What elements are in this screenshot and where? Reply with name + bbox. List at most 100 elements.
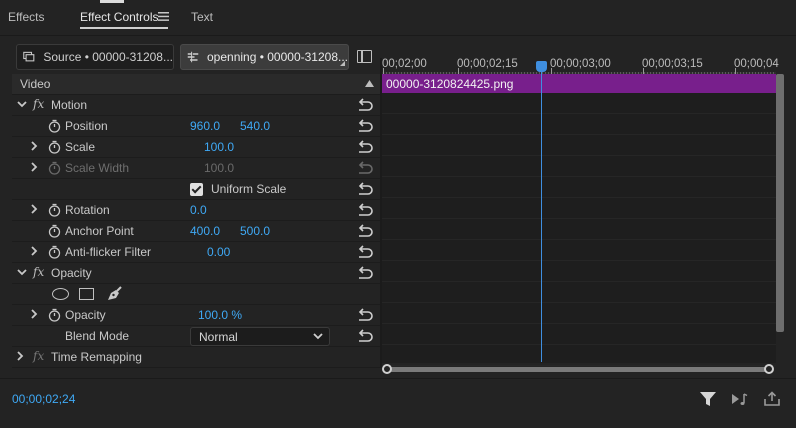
zoom-handle-right[interactable]	[764, 364, 774, 374]
sequence-icon	[187, 51, 199, 63]
scale-value[interactable]: 100.0	[204, 140, 234, 154]
keyframe-track	[382, 198, 776, 219]
stopwatch-icon[interactable]	[48, 140, 61, 154]
mask-tools-row	[12, 284, 380, 305]
scale-row: Scale 100.0	[12, 137, 380, 158]
fx-icon[interactable]: fx	[33, 265, 44, 279]
rotation-label: Rotation	[65, 203, 110, 217]
reset-icon[interactable]	[356, 203, 374, 217]
source-clip-icon	[23, 51, 35, 62]
opacity-value[interactable]: 100.0 %	[198, 308, 242, 322]
blend-mode-value: Normal	[199, 330, 238, 344]
stopwatch-icon[interactable]	[48, 245, 61, 259]
collapse-up-icon[interactable]	[365, 80, 374, 87]
playhead-handle[interactable]	[536, 61, 547, 72]
hamburger-icon[interactable]	[158, 12, 169, 21]
scale-label: Scale	[65, 140, 96, 154]
chevron-down-icon[interactable]	[17, 99, 27, 109]
keyframe-track	[382, 156, 776, 177]
position-label: Position	[65, 119, 108, 133]
blend-mode-label: Blend Mode	[65, 329, 130, 343]
horizontal-zoom-scrollbar[interactable]	[382, 364, 776, 374]
pen-mask-icon[interactable]	[105, 286, 123, 303]
chevron-right-icon[interactable]	[29, 204, 39, 214]
uniform-scale-row: Uniform Scale	[12, 179, 380, 200]
reset-icon[interactable]	[356, 119, 374, 133]
scale-width-label: Scale Width	[65, 161, 130, 175]
stopwatch-icon	[48, 161, 61, 175]
playhead-line	[541, 66, 542, 362]
opacity-effect-row[interactable]: fx Opacity	[12, 263, 380, 284]
stopwatch-icon[interactable]	[48, 203, 61, 217]
sequence-clip-button[interactable]: openning • 00000-31208...	[180, 44, 349, 70]
fx-icon[interactable]: fx	[33, 97, 44, 111]
ruler-label: 00;00;03;15	[642, 58, 703, 70]
anti-flicker-label: Anti-flicker Filter	[65, 245, 152, 259]
stopwatch-icon[interactable]	[48, 224, 61, 238]
source-clip-button[interactable]: Source • 00000-31208...	[16, 44, 174, 70]
current-timecode[interactable]: 00;00;02;24	[12, 392, 75, 406]
reset-icon[interactable]	[356, 329, 374, 343]
tab-text[interactable]: Text	[191, 10, 213, 24]
motion-label: Motion	[51, 98, 88, 112]
chevron-right-icon[interactable]	[29, 141, 39, 151]
reset-icon[interactable]	[356, 182, 374, 196]
keyframe-track	[382, 303, 776, 324]
ellipse-mask-icon[interactable]	[52, 288, 69, 300]
keyframe-track	[382, 219, 776, 240]
play-audio-icon[interactable]	[731, 391, 749, 407]
export-icon[interactable]	[763, 391, 781, 407]
corner-dropdown-icon	[340, 61, 345, 66]
reset-icon[interactable]	[356, 245, 374, 259]
reset-icon[interactable]	[356, 224, 374, 238]
position-y-value[interactable]: 540.0	[240, 119, 270, 133]
keyframe-track	[382, 114, 776, 135]
zoom-handle-left[interactable]	[382, 364, 392, 374]
stopwatch-icon[interactable]	[48, 308, 61, 322]
active-tab-indicator	[100, 0, 124, 3]
reset-icon[interactable]	[356, 266, 374, 280]
chevron-right-icon[interactable]	[29, 162, 39, 172]
chevron-right-icon[interactable]	[15, 351, 25, 361]
sequence-clip-label: openning • 00000-31208...	[207, 50, 348, 64]
chevron-right-icon[interactable]	[29, 246, 39, 256]
anti-flicker-row: Anti-flicker Filter 0.00	[12, 242, 380, 263]
ruler-label: 00;00;04	[734, 58, 779, 70]
vertical-scrollbar[interactable]	[776, 74, 784, 332]
clip-bar[interactable]: 00000-3120824425.png	[382, 74, 776, 93]
motion-effect-row[interactable]: fx Motion	[12, 95, 380, 116]
toggle-timeline-view-icon[interactable]	[357, 50, 372, 63]
uniform-scale-label: Uniform Scale	[211, 182, 287, 196]
anchor-point-y-value[interactable]: 500.0	[240, 224, 270, 238]
zoom-scroll-bar[interactable]	[388, 367, 770, 372]
anchor-point-label: Anchor Point	[65, 224, 134, 238]
reset-icon[interactable]	[356, 140, 374, 154]
blend-mode-dropdown[interactable]: Normal	[190, 327, 330, 346]
chevron-right-icon[interactable]	[29, 309, 39, 319]
opacity-effect-label: Opacity	[51, 266, 92, 280]
stopwatch-icon[interactable]	[48, 119, 61, 133]
keyframe-area[interactable]	[382, 93, 776, 366]
tab-underline	[80, 27, 168, 29]
video-section-header: Video	[12, 74, 380, 95]
rotation-value[interactable]: 0.0	[190, 203, 207, 217]
position-x-value[interactable]: 960.0	[190, 119, 220, 133]
filter-icon[interactable]	[699, 391, 717, 407]
uniform-scale-checkbox[interactable]	[190, 183, 203, 196]
keyframe-track	[382, 93, 776, 114]
rectangle-mask-icon[interactable]	[79, 288, 94, 300]
scale-width-value: 100.0	[204, 161, 235, 175]
tab-effects[interactable]: Effects	[8, 10, 44, 24]
tab-effect-controls[interactable]: Effect Controls	[80, 10, 158, 24]
keyframe-track	[382, 240, 776, 261]
blend-mode-row: Blend Mode Normal	[12, 326, 380, 347]
keyframe-track	[382, 324, 776, 345]
reset-icon[interactable]	[356, 308, 374, 322]
chevron-down-icon[interactable]	[17, 267, 27, 277]
anchor-point-x-value[interactable]: 400.0	[190, 224, 220, 238]
anti-flicker-value[interactable]: 0.00	[207, 245, 230, 259]
chevron-down-icon	[313, 333, 323, 340]
rotation-row: Rotation 0.0	[12, 200, 380, 221]
reset-icon[interactable]	[356, 98, 374, 112]
time-remapping-row[interactable]: fx Time Remapping	[12, 347, 380, 368]
